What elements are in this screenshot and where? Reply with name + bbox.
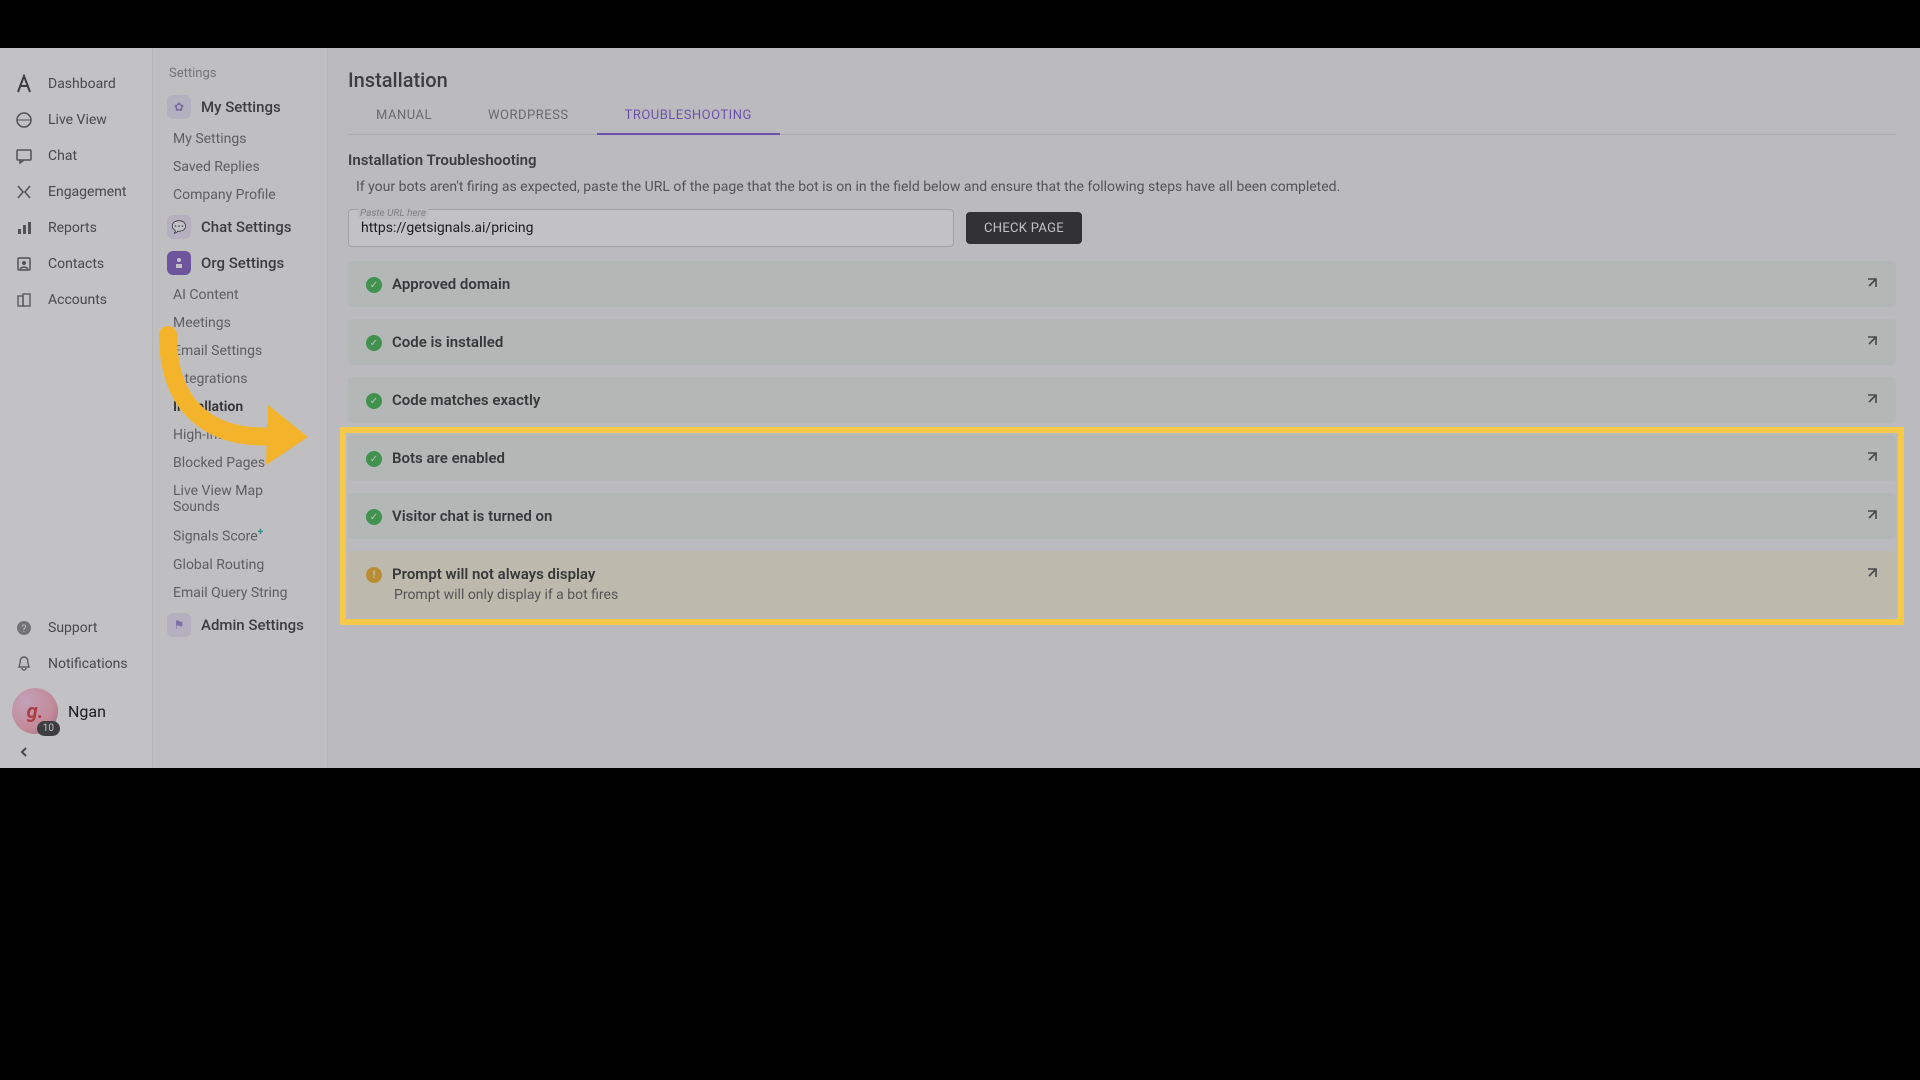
settings-group-my[interactable]: ✿ My Settings bbox=[153, 89, 327, 125]
nav-label: Contacts bbox=[48, 256, 104, 272]
section-title: Installation Troubleshooting bbox=[348, 151, 1896, 169]
liveview-icon bbox=[14, 110, 34, 130]
nav-label: Engagement bbox=[48, 184, 126, 200]
collapse-nav-button[interactable] bbox=[0, 740, 152, 768]
admin-icon: ⚑ bbox=[167, 613, 191, 637]
check-warn-icon: ! bbox=[366, 567, 382, 583]
settings-sidebar: Settings ✿ My Settings My Settings Saved… bbox=[152, 48, 328, 768]
nav-label: Chat bbox=[48, 148, 77, 164]
svg-text:?: ? bbox=[22, 624, 27, 635]
chevron-left-icon bbox=[18, 746, 134, 758]
nav-label: Notifications bbox=[48, 656, 128, 672]
settings-item-ai-content[interactable]: AI Content bbox=[153, 281, 327, 309]
check-ok-icon: ✓ bbox=[366, 277, 382, 293]
engagement-icon bbox=[14, 182, 34, 202]
check-ok-icon: ✓ bbox=[366, 509, 382, 525]
accounts-icon bbox=[14, 290, 34, 310]
gear-icon: ✿ bbox=[167, 95, 191, 119]
settings-group-chat[interactable]: 💬 Chat Settings bbox=[153, 209, 327, 245]
nav-accounts[interactable]: Accounts bbox=[0, 282, 152, 318]
settings-item-high-intent[interactable]: High-Intent Pages bbox=[153, 421, 327, 449]
open-link-icon[interactable] bbox=[1864, 333, 1880, 349]
check-bots-enabled[interactable]: ✓ Bots are enabled bbox=[348, 435, 1896, 481]
check-page-button[interactable]: CHECK PAGE bbox=[966, 212, 1082, 244]
url-field-label: Paste URL here bbox=[358, 208, 428, 219]
tab-wordpress[interactable]: WORDPRESS bbox=[460, 98, 597, 134]
nav-notifications[interactable]: Notifications bbox=[0, 646, 152, 682]
nav-engagement[interactable]: Engagement bbox=[0, 174, 152, 210]
settings-item-email-query[interactable]: Email Query String bbox=[153, 579, 327, 607]
check-code-matches[interactable]: ✓ Code matches exactly bbox=[348, 377, 1896, 423]
check-ok-icon: ✓ bbox=[366, 335, 382, 351]
open-link-icon[interactable] bbox=[1864, 565, 1880, 581]
check-ok-icon: ✓ bbox=[366, 393, 382, 409]
settings-group-org[interactable]: Org Settings bbox=[153, 245, 327, 281]
nav-liveview[interactable]: Live View bbox=[0, 102, 152, 138]
open-link-icon[interactable] bbox=[1864, 275, 1880, 291]
reports-icon bbox=[14, 218, 34, 238]
chat-settings-icon: 💬 bbox=[167, 215, 191, 239]
nav-label: Accounts bbox=[48, 292, 107, 308]
help-icon: ? bbox=[14, 618, 34, 638]
logo-icon bbox=[14, 74, 34, 94]
tab-troubleshooting[interactable]: TROUBLESHOOTING bbox=[597, 98, 780, 135]
main-content: Installation MANUAL WORDPRESS TROUBLESHO… bbox=[328, 48, 1920, 768]
settings-item-email-settings[interactable]: Email Settings bbox=[153, 337, 327, 365]
settings-heading: Settings bbox=[153, 66, 327, 89]
settings-item-company-profile[interactable]: Company Profile bbox=[153, 181, 327, 209]
settings-item-live-view-sounds[interactable]: Live View Map Sounds bbox=[153, 477, 327, 521]
nav-contacts[interactable]: Contacts bbox=[0, 246, 152, 282]
open-link-icon[interactable] bbox=[1864, 449, 1880, 465]
settings-group-admin[interactable]: ⚑ Admin Settings bbox=[153, 607, 327, 643]
org-icon bbox=[167, 251, 191, 275]
open-link-icon[interactable] bbox=[1864, 391, 1880, 407]
nav-user[interactable]: g. 10 Ngan bbox=[0, 682, 152, 740]
tab-manual[interactable]: MANUAL bbox=[348, 98, 460, 134]
open-link-icon[interactable] bbox=[1864, 507, 1880, 523]
nav-label: Reports bbox=[48, 220, 97, 236]
settings-item-signals-score[interactable]: Signals Score+ bbox=[153, 521, 327, 551]
settings-item-saved-replies[interactable]: Saved Replies bbox=[153, 153, 327, 181]
settings-item-meetings[interactable]: Meetings bbox=[153, 309, 327, 337]
nav-chat[interactable]: Chat bbox=[0, 138, 152, 174]
notification-badge: 10 bbox=[37, 721, 60, 736]
settings-item-integrations[interactable]: Integrations bbox=[153, 365, 327, 393]
app-root: Dashboard Live View Chat Engagement Repo… bbox=[0, 48, 1920, 768]
check-ok-icon: ✓ bbox=[366, 451, 382, 467]
settings-item-blocked-pages[interactable]: Blocked Pages bbox=[153, 449, 327, 477]
tabs: MANUAL WORDPRESS TROUBLESHOOTING bbox=[348, 98, 1896, 135]
check-visitor-chat[interactable]: ✓ Visitor chat is turned on bbox=[348, 493, 1896, 539]
contacts-icon bbox=[14, 254, 34, 274]
check-code-installed[interactable]: ✓ Code is installed bbox=[348, 319, 1896, 365]
settings-item-my-settings[interactable]: My Settings bbox=[153, 125, 327, 153]
settings-item-installation[interactable]: Installation bbox=[153, 393, 327, 421]
nav-label: Support bbox=[48, 620, 97, 636]
main-nav: Dashboard Live View Chat Engagement Repo… bbox=[0, 48, 152, 768]
nav-dashboard[interactable]: Dashboard bbox=[0, 66, 152, 102]
check-prompt-display[interactable]: ! Prompt will not always display Prompt … bbox=[348, 551, 1896, 617]
nav-label: Dashboard bbox=[48, 76, 116, 92]
page-title: Installation bbox=[348, 68, 1896, 92]
user-name: Ngan bbox=[68, 702, 106, 721]
settings-item-global-routing[interactable]: Global Routing bbox=[153, 551, 327, 579]
chat-icon bbox=[14, 146, 34, 166]
url-input[interactable] bbox=[348, 209, 954, 247]
nav-support[interactable]: ? Support bbox=[0, 610, 152, 646]
help-text: If your bots aren't firing as expected, … bbox=[356, 179, 1896, 195]
bell-icon bbox=[14, 654, 34, 674]
check-approved-domain[interactable]: ✓ Approved domain bbox=[348, 261, 1896, 307]
nav-reports[interactable]: Reports bbox=[0, 210, 152, 246]
nav-label: Live View bbox=[48, 112, 107, 128]
